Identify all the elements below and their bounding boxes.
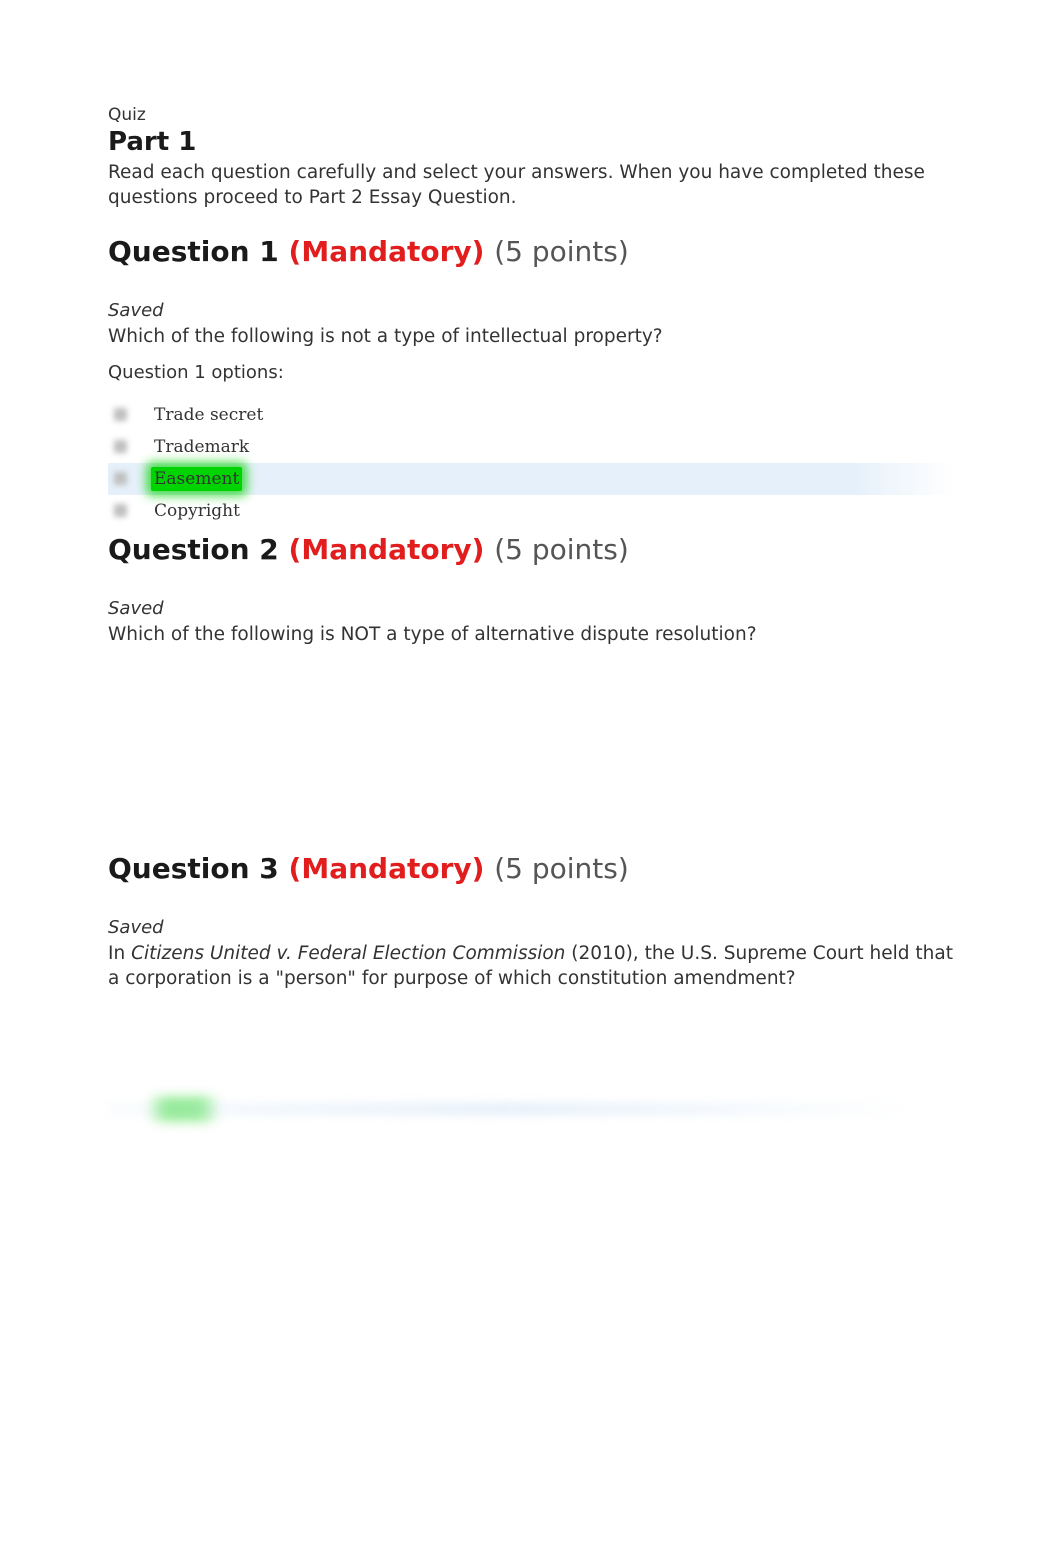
points-label: (5 points) xyxy=(494,533,629,566)
radio-icon[interactable] xyxy=(114,504,127,517)
question-1-heading: Question 1 (Mandatory) (5 points) xyxy=(108,235,954,268)
option-text: Copyright xyxy=(151,499,243,523)
radio-icon[interactable] xyxy=(114,472,127,485)
question-number: Question 2 xyxy=(108,533,279,566)
mandatory-label: (Mandatory) xyxy=(289,235,485,268)
instructions-text: Read each question carefully and select … xyxy=(108,161,954,211)
option-text: Trademark xyxy=(151,435,252,459)
option-row[interactable]: Copyright xyxy=(108,495,954,527)
quiz-label: Quiz xyxy=(108,105,954,125)
saved-status: Saved xyxy=(108,917,954,938)
blurred-content-region xyxy=(108,668,954,828)
option-text: Trade secret xyxy=(151,403,266,427)
blurred-content-region xyxy=(108,1102,954,1120)
option-text-highlighted: Easement xyxy=(151,467,242,491)
question-1-text: Which of the following is not a type of … xyxy=(108,325,954,350)
saved-status: Saved xyxy=(108,300,954,321)
question-number: Question 3 xyxy=(108,852,279,885)
question-2-text: Which of the following is NOT a type of … xyxy=(108,623,954,648)
points-label: (5 points) xyxy=(494,852,629,885)
question-3-heading: Question 3 (Mandatory) (5 points) xyxy=(108,852,954,885)
question-1-options-label: Question 1 options: xyxy=(108,362,954,383)
option-row[interactable]: Trademark xyxy=(108,431,954,463)
question-1-options: Trade secret Trademark Easement Copyrigh… xyxy=(108,399,954,527)
quiz-header: Quiz Part 1 Read each question carefully… xyxy=(108,105,954,211)
q3-prefix: In xyxy=(108,943,131,964)
q3-case-citation: Citizens United v. Federal Election Comm… xyxy=(131,943,565,964)
radio-icon[interactable] xyxy=(114,440,127,453)
question-number: Question 1 xyxy=(108,235,279,268)
points-label: (5 points) xyxy=(494,235,629,268)
saved-status: Saved xyxy=(108,598,954,619)
option-row[interactable]: Trade secret xyxy=(108,399,954,431)
radio-icon[interactable] xyxy=(114,408,127,421)
question-3-text: In Citizens United v. Federal Election C… xyxy=(108,942,954,992)
question-2-heading: Question 2 (Mandatory) (5 points) xyxy=(108,533,954,566)
mandatory-label: (Mandatory) xyxy=(289,533,485,566)
mandatory-label: (Mandatory) xyxy=(289,852,485,885)
option-row-selected[interactable]: Easement xyxy=(108,463,954,495)
part-heading: Part 1 xyxy=(108,127,954,157)
